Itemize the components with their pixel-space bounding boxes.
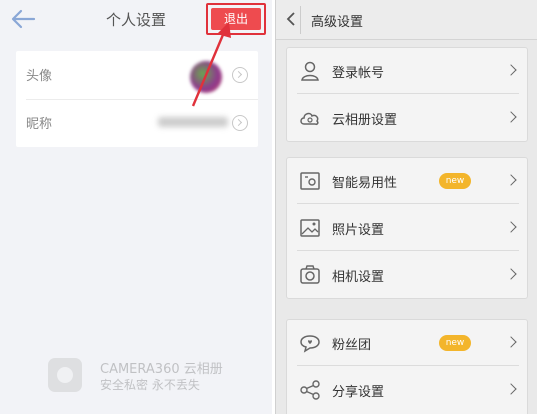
- personal-settings-panel: 个人设置 退出 头像 昵称 CAMERA360 云相册 安全私密 永不丢失: [0, 0, 272, 414]
- menu-item-label: 照片设置: [332, 223, 385, 238]
- share-icon: [300, 380, 320, 400]
- menu-item-camera-settings[interactable]: 相机设置: [287, 252, 529, 298]
- chevron-right-icon: [505, 174, 517, 186]
- camera-icon: [300, 265, 320, 284]
- cloud-icon: [300, 112, 319, 125]
- new-badge: new: [439, 173, 471, 189]
- header-separator: [300, 6, 301, 34]
- menu-item-label: 云相册设置: [332, 113, 398, 128]
- smart-gear-icon: [300, 172, 320, 190]
- menu-item-cloud-album[interactable]: 云相册设置: [287, 95, 529, 141]
- divider: [297, 203, 519, 204]
- avatar-label: 头像: [26, 69, 53, 84]
- menu-item-label: 分享设置: [332, 385, 385, 400]
- settings-group-account: 登录帐号 云相册设置: [286, 47, 528, 142]
- screenshot: 个人设置 退出 头像 昵称 CAMERA360 云相册 安全私密 永不丢失 高级…: [0, 0, 537, 414]
- chevron-right-icon: [505, 336, 517, 348]
- settings-group-camera: 智能易用性 new 照片设置 相机设置: [286, 157, 528, 299]
- menu-item-fan-club[interactable]: 粉丝团 new: [287, 320, 529, 366]
- divider: [297, 365, 519, 366]
- divider: [297, 250, 519, 251]
- chevron-right-circle-icon: [232, 115, 248, 131]
- back-chevron-icon[interactable]: [286, 11, 296, 27]
- menu-item-login-account[interactable]: 登录帐号: [287, 48, 529, 94]
- menu-item-label: 相机设置: [332, 270, 385, 285]
- camera360-watermark: CAMERA360 云相册 安全私密 永不丢失: [48, 358, 248, 398]
- image-icon: [300, 219, 320, 237]
- nickname-label: 昵称: [26, 117, 53, 132]
- menu-item-label: 粉丝团: [332, 338, 372, 353]
- chevron-right-icon: [505, 221, 517, 233]
- new-badge: new: [439, 335, 471, 351]
- chevron-right-icon: [505, 268, 517, 280]
- menu-item-label: 智能易用性: [332, 176, 398, 191]
- watermark-line1: CAMERA360 云相册: [100, 362, 223, 377]
- watermark-line2: 安全私密 永不丢失: [100, 378, 200, 392]
- user-icon: [301, 61, 319, 81]
- advanced-settings-panel: 高级设置 登录帐号 云相册设置 智能易用性 new 照片设置 相机设置 粉丝团 …: [275, 0, 537, 414]
- menu-item-label: 登录帐号: [332, 66, 385, 81]
- divider: [297, 93, 519, 94]
- chevron-right-icon: [505, 111, 517, 123]
- chevron-right-icon: [505, 383, 517, 395]
- menu-item-share-settings[interactable]: 分享设置: [287, 367, 529, 413]
- chat-heart-icon: [300, 335, 320, 353]
- nickname-value-blurred: [158, 117, 228, 127]
- page-title: 高级设置: [311, 15, 364, 30]
- settings-group-social: 粉丝团 new 分享设置: [286, 319, 528, 414]
- camera360-logo-icon: [48, 358, 82, 392]
- chevron-right-icon: [505, 64, 517, 76]
- annotation-arrow-icon: [191, 22, 231, 107]
- advanced-settings-header: 高级设置: [276, 0, 537, 40]
- menu-item-photo-settings[interactable]: 照片设置: [287, 205, 529, 251]
- menu-item-smart-usability[interactable]: 智能易用性 new: [287, 158, 529, 204]
